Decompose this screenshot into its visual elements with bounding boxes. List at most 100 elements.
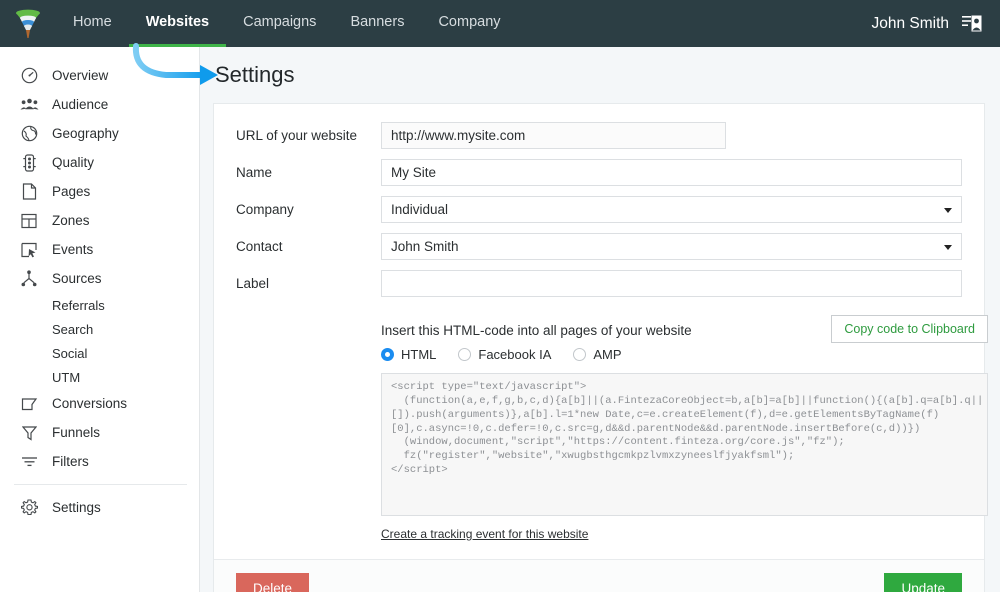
contact-select[interactable]: John Smith <box>381 233 962 260</box>
sidebar-item-geography[interactable]: Geography <box>0 119 199 148</box>
globe-icon <box>18 124 40 144</box>
sidebar-item-audience[interactable]: Audience <box>0 90 199 119</box>
sidebar-subitem-label: UTM <box>52 370 80 385</box>
sidebar-item-label: Filters <box>52 454 89 469</box>
nav-label: Websites <box>146 14 209 30</box>
top-navigation-bar: Home Websites Campaigns Banners Company … <box>0 0 1000 47</box>
sidebar-item-label: Geography <box>52 126 119 141</box>
create-tracking-event-link[interactable]: Create a tracking event for this website <box>381 527 588 541</box>
sidebar-item-funnels[interactable]: Funnels <box>0 418 199 447</box>
topbar-right-group: John Smith <box>871 0 1000 47</box>
logo[interactable] <box>0 0 56 47</box>
sidebar-item-events[interactable]: Events <box>0 235 199 264</box>
url-input[interactable]: http://www.mysite.com <box>381 122 726 149</box>
sidebar-item-label: Funnels <box>52 425 100 440</box>
sidebar-item-label: Pages <box>52 184 90 199</box>
sidebar-item-conversions[interactable]: Conversions <box>0 389 199 418</box>
sidebar: Overview Audience Geography Quality Page <box>0 47 200 592</box>
sidebar-item-pages[interactable]: Pages <box>0 177 199 206</box>
sidebar-subitem-utm[interactable]: UTM <box>0 365 199 389</box>
app-root: Home Websites Campaigns Banners Company … <box>0 0 1000 592</box>
contact-label: Contact <box>236 239 381 254</box>
tracking-code-textarea[interactable]: <script type="text/javascript"> (functio… <box>381 373 988 516</box>
page-icon <box>18 182 40 202</box>
tracking-code-section: Insert this HTML-code into all pages of … <box>381 323 988 543</box>
sidebar-item-label: Overview <box>52 68 108 83</box>
sidebar-subitem-search[interactable]: Search <box>0 317 199 341</box>
radio-button-html[interactable] <box>381 348 394 361</box>
copy-code-button[interactable]: Copy code to Clipboard <box>831 315 988 343</box>
form-row-name: Name My Site <box>236 159 962 186</box>
company-value: Individual <box>391 202 448 217</box>
card-footer: Delete Update <box>214 559 984 592</box>
nav-item-company[interactable]: Company <box>421 0 517 47</box>
label-label: Label <box>236 276 381 291</box>
layout-icon <box>18 211 40 231</box>
sidebar-item-label: Sources <box>52 271 102 286</box>
radio-button-facebook-ia[interactable] <box>458 348 471 361</box>
radio-option-facebook-ia[interactable]: Facebook IA <box>458 347 551 362</box>
radio-label-html: HTML <box>401 347 436 362</box>
sidebar-item-overview[interactable]: Overview <box>0 61 199 90</box>
chevron-down-icon <box>944 245 952 250</box>
form-row-contact: Contact John Smith <box>236 233 962 260</box>
sidebar-item-label: Events <box>52 242 93 257</box>
delete-button[interactable]: Delete <box>236 573 309 592</box>
sidebar-subitem-referrals[interactable]: Referrals <box>0 293 199 317</box>
url-value: http://www.mysite.com <box>391 128 525 143</box>
sidebar-subitem-label: Search <box>52 322 93 337</box>
finteza-funnel-logo-icon <box>14 8 42 40</box>
sidebar-item-label: Quality <box>52 155 94 170</box>
form-row-company: Company Individual <box>236 196 962 223</box>
sidebar-divider <box>14 484 187 485</box>
nav-label: Company <box>438 14 500 30</box>
update-button[interactable]: Update <box>884 573 962 592</box>
label-input[interactable] <box>381 270 962 297</box>
settings-form: URL of your website http://www.mysite.co… <box>214 104 984 559</box>
radio-label-amp: AMP <box>593 347 621 362</box>
company-select[interactable]: Individual <box>381 196 962 223</box>
sidebar-item-sources[interactable]: Sources <box>0 264 199 293</box>
code-format-radio-group: HTML Facebook IA AMP <box>381 347 988 362</box>
nav-item-campaigns[interactable]: Campaigns <box>226 0 333 47</box>
funnel-icon <box>18 423 40 443</box>
sidebar-item-filters[interactable]: Filters <box>0 447 199 476</box>
sidebar-item-quality[interactable]: Quality <box>0 148 199 177</box>
funnel-flag-icon <box>18 394 40 414</box>
user-contact-icon[interactable] <box>962 15 982 33</box>
sidebar-item-settings[interactable]: Settings <box>0 493 199 522</box>
url-label: URL of your website <box>236 128 381 143</box>
sidebar-item-label: Settings <box>52 500 101 515</box>
radio-option-amp[interactable]: AMP <box>573 347 621 362</box>
cursor-click-icon <box>18 240 40 260</box>
radio-button-amp[interactable] <box>573 348 586 361</box>
nav-item-websites[interactable]: Websites <box>129 0 226 47</box>
sidebar-item-zones[interactable]: Zones <box>0 206 199 235</box>
chevron-down-icon <box>944 208 952 213</box>
user-name[interactable]: John Smith <box>871 15 949 33</box>
sources-node-icon <box>18 269 40 289</box>
name-value: My Site <box>391 165 436 180</box>
nav-label: Banners <box>350 14 404 30</box>
sidebar-subitem-social[interactable]: Social <box>0 341 199 365</box>
contact-value: John Smith <box>391 239 459 254</box>
filter-lines-icon <box>18 452 40 472</box>
page-title: Settings <box>215 62 295 88</box>
main-content: Settings URL of your website http://www.… <box>200 47 1000 592</box>
form-row-label: Label <box>236 270 962 297</box>
sidebar-subitem-label: Social <box>52 346 87 361</box>
radio-option-html[interactable]: HTML <box>381 347 436 362</box>
speedometer-icon <box>18 66 40 86</box>
nav-item-list: Home Websites Campaigns Banners Company <box>56 0 518 47</box>
nav-label: Campaigns <box>243 14 316 30</box>
people-icon <box>18 95 40 115</box>
traffic-light-icon <box>18 153 40 173</box>
gear-icon <box>18 498 40 518</box>
nav-item-banners[interactable]: Banners <box>333 0 421 47</box>
radio-label-facebook-ia: Facebook IA <box>478 347 551 362</box>
name-input[interactable]: My Site <box>381 159 962 186</box>
sidebar-item-label: Conversions <box>52 396 127 411</box>
nav-item-home[interactable]: Home <box>56 0 129 47</box>
nav-label: Home <box>73 14 112 30</box>
form-row-url: URL of your website http://www.mysite.co… <box>236 122 962 149</box>
